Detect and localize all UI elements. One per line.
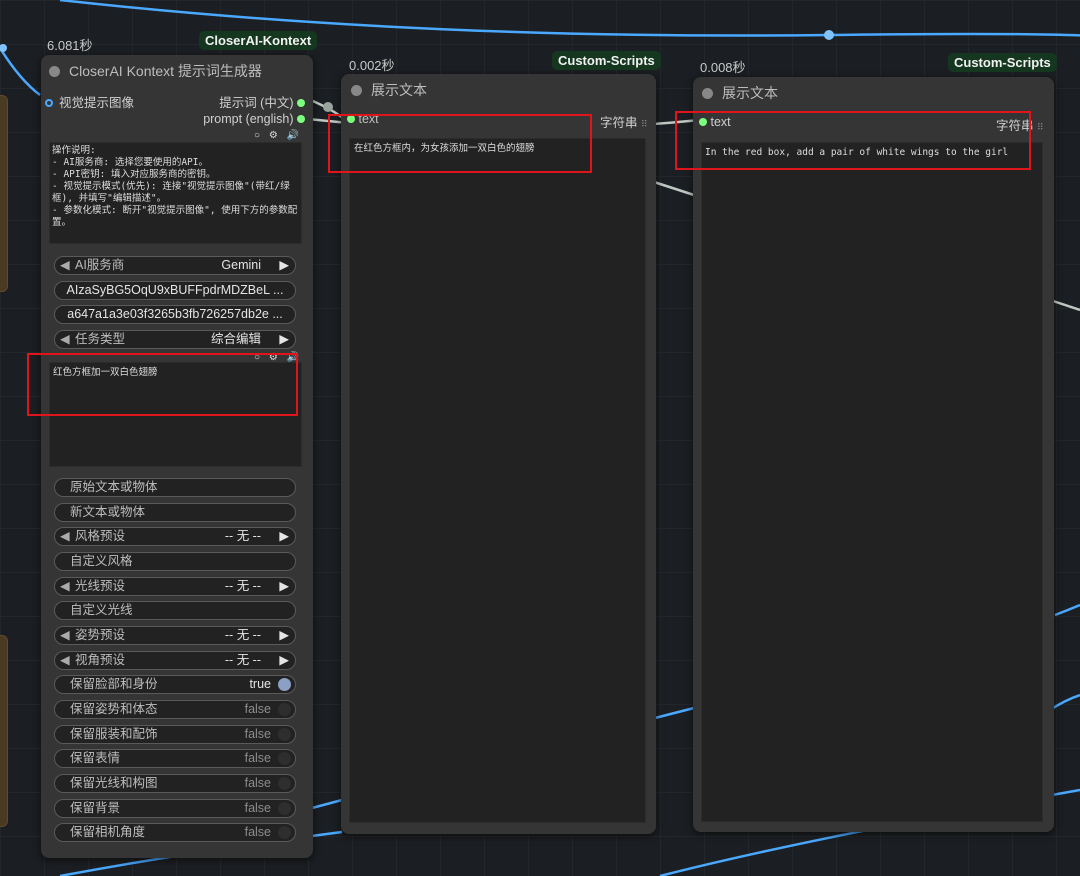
output-slot-prompt-cn[interactable]: 提示词 (中文) [219,92,305,111]
node1-title[interactable]: CloserAI Kontext 提示词生成器 [49,61,262,81]
node3-title[interactable]: 展示文本 [702,83,778,103]
annotation-red-box [328,114,592,173]
custom-style-field[interactable]: 自定义风格 [54,552,296,571]
style-preset-combo[interactable]: ◀ 风格预设 -- 无 -- ▶ [54,527,296,546]
toggle-keep-face[interactable]: 保留脸部和身份 true [54,675,296,694]
collapse-dot-icon[interactable] [49,66,60,77]
output-slot-prompt-en[interactable]: prompt (english) [203,112,305,126]
toggle-keep-pose[interactable]: 保留姿势和体态 false [54,700,296,719]
task-type-combo[interactable]: ◀ 任务类型 综合编辑 ▶ [54,330,296,349]
node1-exec-time: 6.081秒 [47,38,93,53]
offscreen-node-1 [0,95,8,292]
node2-exec-time: 0.002秒 [349,58,395,73]
collapse-dot-icon[interactable] [702,88,713,99]
toggle-off-icon [278,703,291,716]
output-dot-icon[interactable] [297,99,305,107]
image-input-dot-icon[interactable] [45,99,53,107]
toggle-keep-clothing[interactable]: 保留服装和配饰 false [54,725,296,744]
toggle-keep-expression[interactable]: 保留表情 false [54,749,296,768]
toggle-off-icon [278,777,291,790]
toggle-keep-background[interactable]: 保留背景 false [54,799,296,818]
collapse-dot-icon[interactable] [351,85,362,96]
grip-icon: ⠿ [1037,122,1044,132]
output-dot-icon[interactable] [297,115,305,123]
grip-icon: ⠿ [641,119,648,129]
toggle-keep-lighting[interactable]: 保留光线和构图 false [54,774,296,793]
node1-badge: CloserAI-Kontext [199,31,318,50]
custom-lighting-field[interactable]: 自定义光线 [54,601,296,620]
toggle-off-icon [278,728,291,741]
instructions-textarea[interactable]: 操作说明: - AI服务商: 选择您要使用的API。 - API密钥: 填入对应… [49,142,302,244]
node3-text-display[interactable]: In the red box, add a pair of white wing… [701,142,1043,822]
toggle-off-icon [278,752,291,765]
annotation-red-box [675,111,1031,170]
view-preset-combo[interactable]: ◀ 视角预设 -- 无 -- ▶ [54,651,296,670]
node2-badge: Custom-Scripts [552,51,661,70]
node2-output-string[interactable]: 字符串 ⠿ [600,112,648,131]
pose-preset-combo[interactable]: ◀ 姿势预设 -- 无 -- ▶ [54,626,296,645]
node2-title[interactable]: 展示文本 [351,80,427,100]
node3-badge: Custom-Scripts [948,53,1057,72]
ai-provider-combo[interactable]: ◀ AI服务商 Gemini ▶ [54,256,296,275]
node2-text-display[interactable]: 在红色方框内，为女孩添加一双白色的翅膀 [349,138,646,823]
node3-exec-time: 0.008秒 [700,60,746,75]
offscreen-node-2 [0,635,8,827]
toggle-off-icon [278,826,291,839]
toggle-keep-camera[interactable]: 保留相机角度 false [54,823,296,842]
toggle-off-icon [278,802,291,815]
textarea-toolbar-icons[interactable]: ○ ⚙ 🔊 [254,130,302,141]
lighting-preset-combo[interactable]: ◀ 光线预设 -- 无 -- ▶ [54,577,296,596]
api-key-field[interactable]: AIzaSyBG5OqU9xBUFFpdrMDZBeL ... [54,281,296,300]
toggle-on-icon [278,678,291,691]
new-text-field[interactable]: 新文本或物体 [54,503,296,522]
annotation-red-box [27,353,298,416]
api-secret-field[interactable]: a647a1a3e03f3265b3fb726257db2e ... [54,305,296,324]
input-slot-image[interactable]: 视觉提示图像 [45,92,134,111]
original-text-field[interactable]: 原始文本或物体 [54,478,296,497]
